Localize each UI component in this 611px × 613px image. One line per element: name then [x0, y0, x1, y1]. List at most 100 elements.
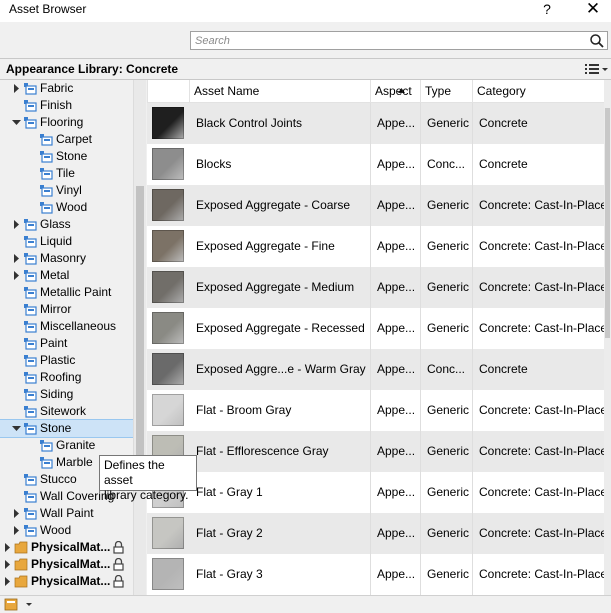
tree-item[interactable]: Wood: [0, 199, 133, 216]
asset-aspect: Appe...: [377, 239, 416, 253]
tree-item[interactable]: PhysicalMat...: [0, 556, 133, 573]
collapse-arrow-icon[interactable]: [12, 424, 21, 433]
tree-item-label: Mirror: [40, 302, 72, 316]
asset-aspect: Appe...: [377, 485, 416, 499]
asset-aspect: Appe...: [377, 444, 416, 458]
tooltip: Defines the asset library category.: [99, 455, 197, 502]
column-separator: [420, 390, 421, 431]
tree-item[interactable]: Carpet: [0, 131, 133, 148]
expand-arrow-icon[interactable]: [12, 509, 21, 518]
expand-arrow-icon[interactable]: [3, 577, 12, 586]
tree-item[interactable]: Paint: [0, 335, 133, 352]
asset-type: Generic: [427, 444, 469, 458]
tree-item[interactable]: Plastic: [0, 352, 133, 369]
expand-arrow-icon[interactable]: [12, 271, 21, 280]
tree-item[interactable]: Stone: [0, 148, 133, 165]
column-separator: [472, 267, 473, 308]
asset-row[interactable]: Exposed Aggregate - Recessed Appe... Gener…: [147, 308, 604, 349]
expand-arrow-icon[interactable]: [12, 254, 21, 263]
tree-item[interactable]: Wall Paint: [0, 505, 133, 522]
tree-item[interactable]: Glass: [0, 216, 133, 233]
grid-scrollbar-thumb[interactable]: [605, 108, 610, 338]
search-box: [190, 31, 608, 50]
tree-item[interactable]: Metallic Paint: [0, 284, 133, 301]
asset-row[interactable]: Flat - Gray 3 Appe... Generic Concrete: Cas…: [147, 554, 604, 595]
tree-scrollbar-thumb[interactable]: [136, 186, 144, 456]
tree-item[interactable]: Vinyl: [0, 182, 133, 199]
tree-item[interactable]: Stone: [0, 419, 133, 438]
asset-type: Generic: [427, 198, 469, 212]
column-type[interactable]: Type: [420, 80, 472, 102]
tree-scrollbar[interactable]: [133, 80, 146, 595]
tree-item[interactable]: Siding: [0, 386, 133, 403]
column-separator: [370, 185, 371, 226]
view-options-icon[interactable]: [583, 60, 609, 78]
asset-row[interactable]: Flat - Efflorescence Gray Appe... Generic C…: [147, 431, 604, 472]
expand-arrow-icon[interactable]: [3, 543, 12, 552]
lock-icon: [113, 575, 124, 588]
column-separator: [472, 308, 473, 349]
tree-item-label: Fabric: [40, 81, 74, 95]
tree-item[interactable]: PhysicalMat...: [0, 539, 133, 556]
column-separator: [370, 554, 371, 595]
asset-row[interactable]: Exposed Aggregate - Medium Appe... Generic…: [147, 267, 604, 308]
asset-row[interactable]: Flat - Gray 1 Appe... Generic Concrete: Cas…: [147, 472, 604, 513]
asset-row[interactable]: Flat - Broom Gray Appe... Generic Concrete:…: [147, 390, 604, 431]
category-icon: [24, 117, 37, 129]
help-button[interactable]: ?: [532, 0, 562, 22]
folder-icon: [14, 558, 28, 571]
asset-thumbnail: [152, 271, 184, 303]
asset-name: Flat - Gray 2: [196, 526, 263, 540]
asset-row[interactable]: Exposed Aggre...e - Warm Gray Appe... Conc…: [147, 349, 604, 390]
tree-item[interactable]: Finish: [0, 97, 133, 114]
tree-item[interactable]: Masonry: [0, 250, 133, 267]
tree-item[interactable]: Sitework: [0, 403, 133, 420]
close-button[interactable]: ✕: [578, 0, 608, 22]
expand-arrow-icon[interactable]: [12, 84, 21, 93]
tree-item[interactable]: Mirror: [0, 301, 133, 318]
tree-item[interactable]: Metal: [0, 267, 133, 284]
column-separator: [370, 144, 371, 185]
asset-row[interactable]: Exposed Aggregate - Coarse Appe... Generic…: [147, 185, 604, 226]
column-type-label: Type: [425, 84, 452, 98]
column-aspect[interactable]: Aspect: [370, 80, 420, 102]
column-separator: [420, 472, 421, 513]
tree-item[interactable]: Granite: [0, 437, 133, 454]
tree-item[interactable]: PhysicalMat...: [0, 573, 133, 590]
tree-item[interactable]: Roofing: [0, 369, 133, 386]
category-icon: [24, 474, 37, 486]
expand-arrow-icon[interactable]: [12, 526, 21, 535]
tree-item[interactable]: Liquid: [0, 233, 133, 250]
column-separator: [370, 472, 371, 513]
asset-row[interactable]: Exposed Aggregate - Fine Appe... Generic Co…: [147, 226, 604, 267]
column-separator: [472, 349, 473, 390]
collapse-arrow-icon[interactable]: [12, 118, 21, 127]
search-icon[interactable]: [589, 33, 605, 49]
tree-item[interactable]: Flooring: [0, 114, 133, 131]
asset-type: Generic: [427, 280, 469, 294]
tree-item[interactable]: Tile: [0, 165, 133, 182]
column-separator: [472, 513, 473, 554]
search-input[interactable]: [191, 32, 575, 49]
asset-row[interactable]: Blocks Appe... Conc... Concrete: [147, 144, 604, 185]
column-asset-name[interactable]: Asset Name: [189, 80, 405, 102]
column-separator: [420, 513, 421, 554]
library-tree: Fabric Finish Flooring Carpet Stone Tile Vinyl…: [0, 80, 133, 595]
tree-item[interactable]: Miscellaneous: [0, 318, 133, 335]
asset-row[interactable]: Black Control Joints Appe... Generic Concre…: [147, 103, 604, 144]
category-icon: [40, 440, 53, 452]
expand-arrow-icon[interactable]: [12, 220, 21, 229]
library-options-icon[interactable]: [4, 597, 34, 612]
asset-type: Generic: [427, 485, 469, 499]
asset-thumbnail: [152, 148, 184, 180]
asset-type: Generic: [427, 526, 469, 540]
tree-item[interactable]: Fabric: [0, 80, 133, 97]
tree-item[interactable]: Wood: [0, 522, 133, 539]
tree-item-label: Sitework: [40, 404, 87, 418]
category-icon: [24, 508, 37, 520]
asset-row[interactable]: Flat - Gray 2 Appe... Generic Concrete: Cas…: [147, 513, 604, 554]
column-separator: [472, 185, 473, 226]
grid-scrollbar[interactable]: [604, 80, 611, 595]
expand-arrow-icon[interactable]: [3, 560, 12, 569]
column-category[interactable]: Category: [472, 80, 604, 102]
